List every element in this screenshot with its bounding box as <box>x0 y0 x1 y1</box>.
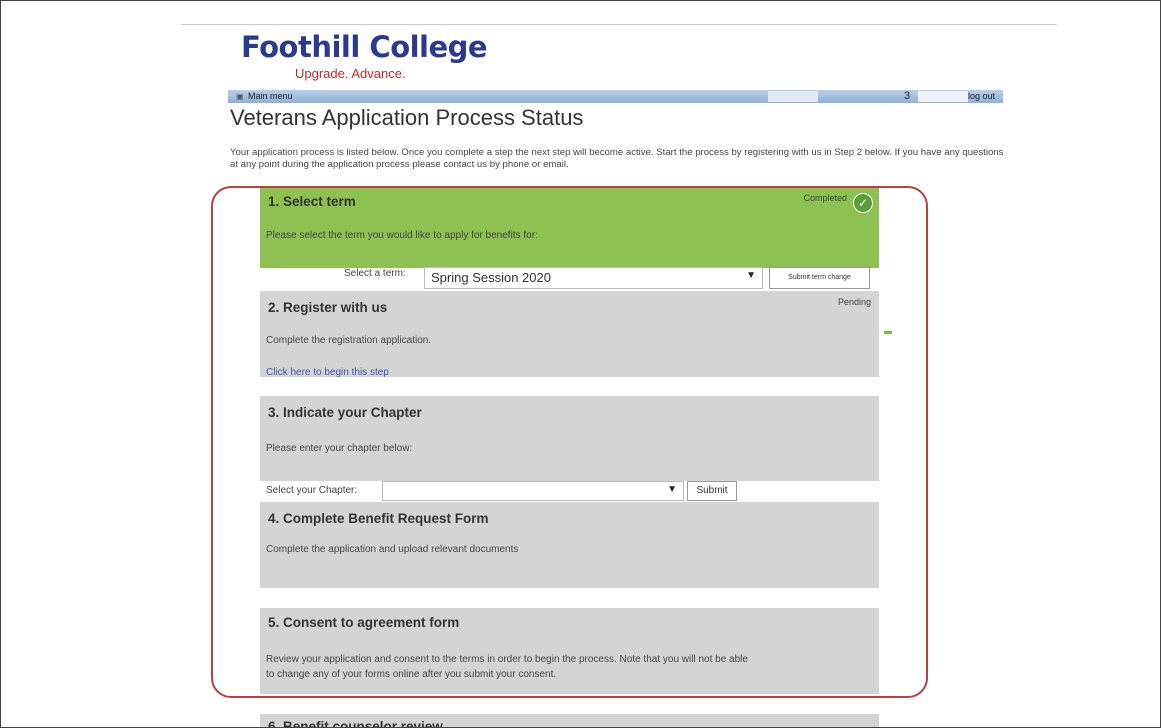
logout-link[interactable]: log out <box>968 91 995 101</box>
screenshot-frame: Foothill College Upgrade. Advance. ▣ Mai… <box>0 0 1161 728</box>
menu-bar-field <box>918 91 968 102</box>
menu-bar: ▣ Main menu 3 log out <box>228 90 1003 103</box>
page-title: Veterans Application Process Status <box>230 105 584 130</box>
menu-bar-field <box>768 91 818 102</box>
intro-text: Your application process is listed below… <box>230 147 1004 170</box>
logo-tagline: Upgrade. Advance. <box>295 66 406 81</box>
college-logo[interactable]: Foothill College Upgrade. Advance. <box>241 30 488 81</box>
highlight-outline <box>211 186 928 698</box>
menu-icon: ▣ <box>236 92 244 101</box>
notification-count[interactable]: 3 <box>904 90 910 102</box>
top-divider <box>181 24 1057 25</box>
step-6-panel: 6. Benefit counselor review <box>260 714 879 728</box>
step-title: 6. Benefit counselor review <box>268 719 443 728</box>
logo-name: Foothill College <box>241 30 488 64</box>
main-menu-link[interactable]: Main menu <box>248 91 293 101</box>
